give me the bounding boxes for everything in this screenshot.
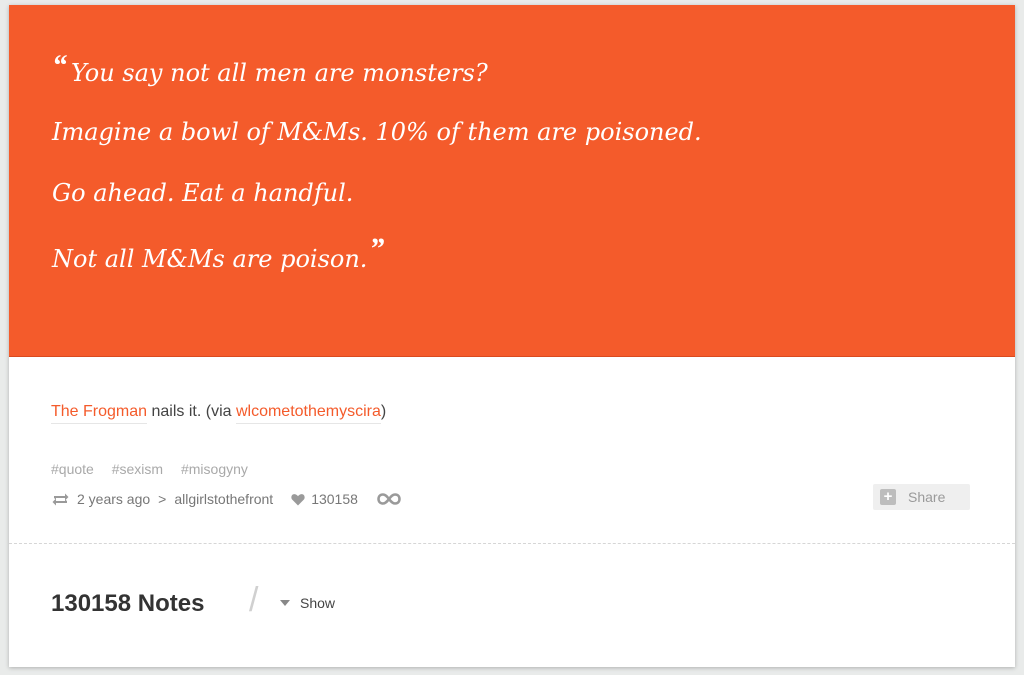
tag-misogyny[interactable]: #misogyny bbox=[181, 461, 248, 477]
tag-list: #quote #sexism #misogyny bbox=[51, 461, 262, 477]
post-meta: 2 years ago > allgirlstothefront 130158 bbox=[51, 491, 402, 507]
section-divider bbox=[9, 543, 1015, 544]
via-source-link[interactable]: wlcometothemyscira bbox=[235, 403, 381, 424]
like-count: 130158 bbox=[311, 491, 358, 507]
caption-text: nails it. (via bbox=[147, 403, 236, 420]
reblogged-from-link[interactable]: allgirlstothefront bbox=[174, 491, 273, 507]
tag-quote[interactable]: #quote bbox=[51, 461, 94, 477]
reblog-icon bbox=[51, 492, 70, 507]
share-button[interactable]: + Share bbox=[873, 484, 970, 510]
plus-icon: + bbox=[880, 489, 896, 505]
quote-source-caption: The Frogman nails it. (via wlcometothemy… bbox=[51, 403, 387, 424]
notes-slash-divider: / bbox=[249, 581, 259, 619]
post-time-link[interactable]: 2 years ago bbox=[77, 491, 150, 507]
author-link[interactable]: The Frogman bbox=[51, 403, 148, 424]
share-label: Share bbox=[908, 489, 946, 505]
close-quote-mark: ” bbox=[369, 232, 385, 265]
heart-icon[interactable] bbox=[291, 493, 305, 506]
quote-line-2: Imagine a bowl of M&Ms. 10% of them are … bbox=[52, 118, 702, 146]
quote-block: “You say not all men are monsters? Imagi… bbox=[9, 5, 1015, 357]
notes-count: 130158 Notes bbox=[51, 590, 205, 617]
quote-line-3: Go ahead. Eat a handful. bbox=[52, 179, 354, 207]
caret-down-icon bbox=[280, 600, 290, 606]
open-quote-mark: “ bbox=[52, 49, 67, 82]
caption-end: ) bbox=[380, 403, 387, 420]
quote-line-4: Not all M&Ms are poison.” bbox=[52, 232, 385, 273]
infinity-link-icon[interactable] bbox=[376, 492, 402, 506]
tag-sexism[interactable]: #sexism bbox=[112, 461, 163, 477]
reblog-separator: > bbox=[158, 491, 167, 507]
post-card: “You say not all men are monsters? Imagi… bbox=[9, 5, 1015, 667]
show-notes-toggle[interactable]: Show bbox=[280, 595, 335, 611]
quote-line-1: “You say not all men are monsters? bbox=[52, 49, 488, 87]
show-label: Show bbox=[300, 595, 336, 611]
